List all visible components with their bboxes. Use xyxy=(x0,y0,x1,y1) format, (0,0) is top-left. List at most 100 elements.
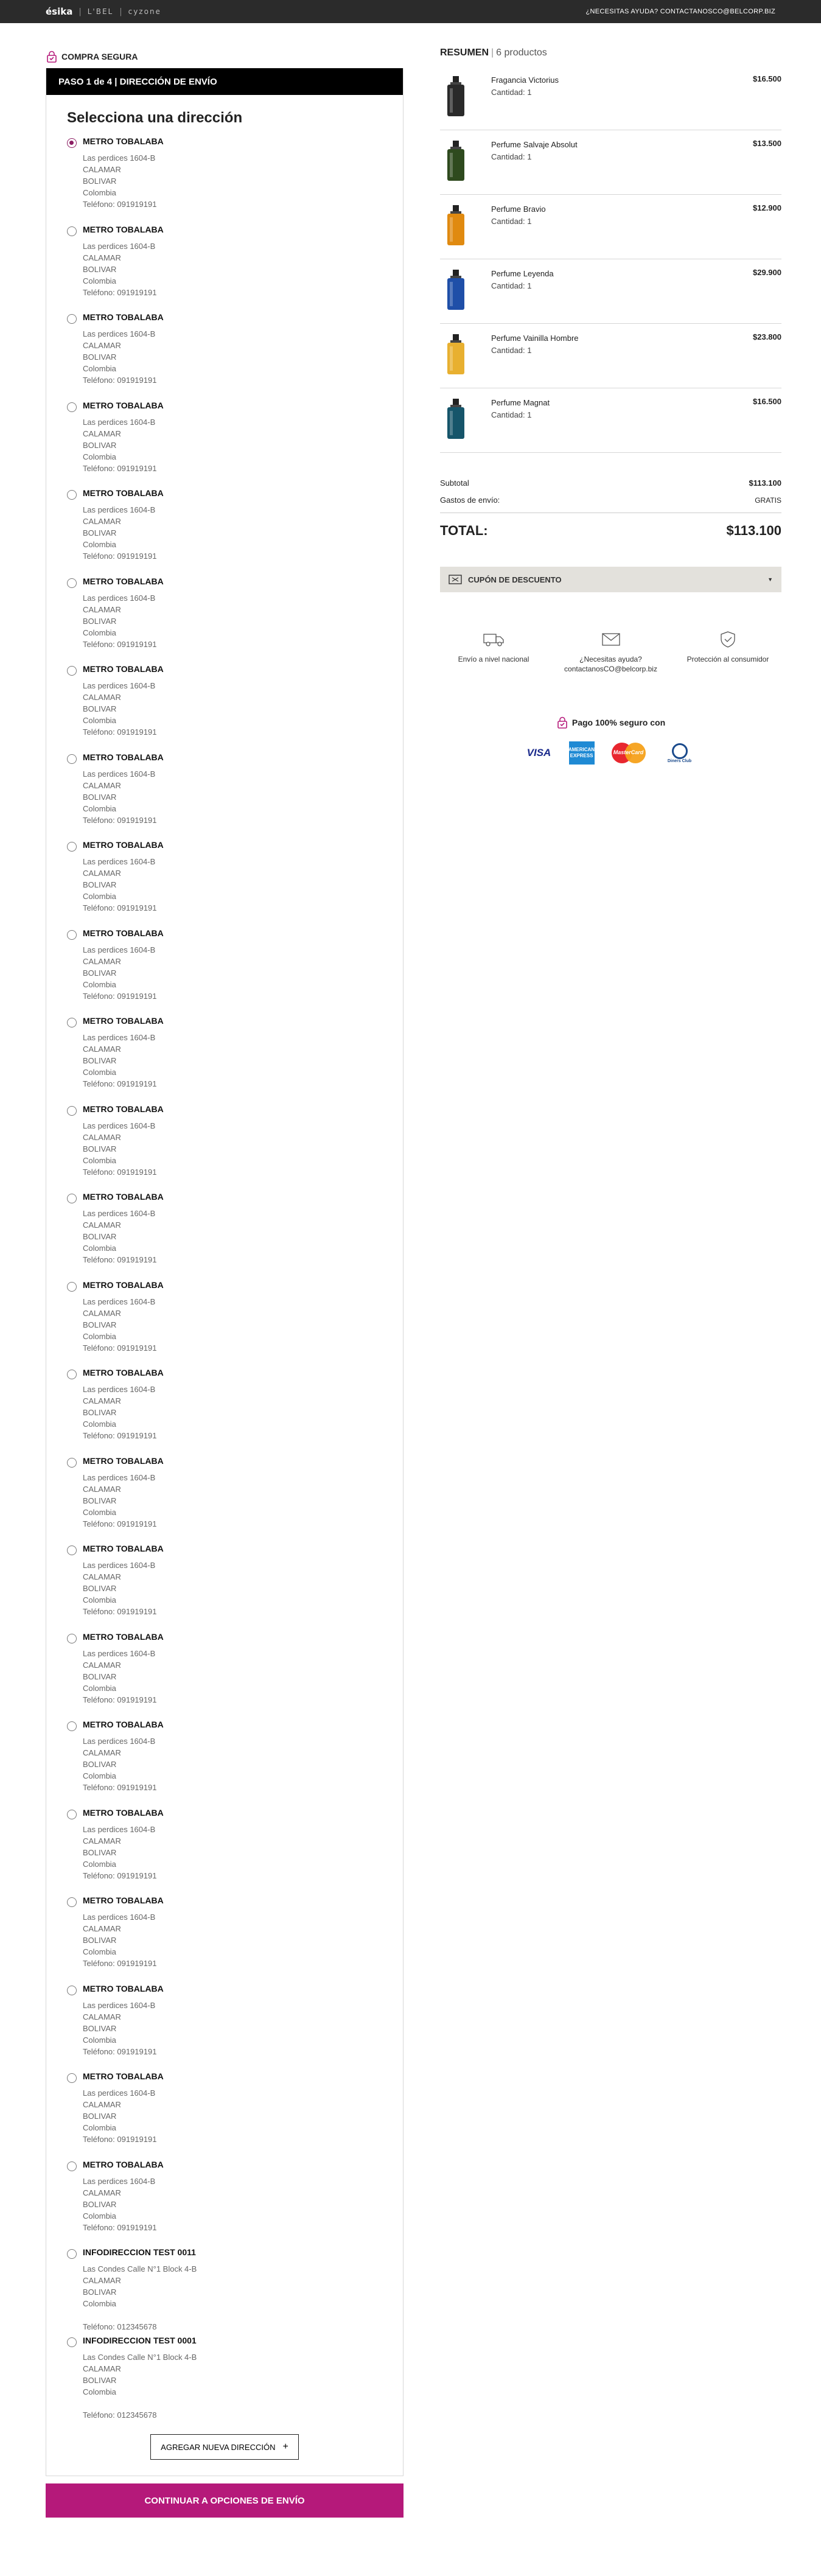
address-phone: Teléfono: 012345678 xyxy=(83,2322,157,2331)
address-radio[interactable] xyxy=(67,1633,77,1643)
address-option[interactable]: METRO TOBALABA Las perdices 1604-B CALAMAR… xyxy=(67,1367,382,1455)
benefit-help-title: ¿Necesitas ayuda? xyxy=(579,655,642,663)
address-option[interactable]: METRO TOBALABA Las perdices 1604-B CALAMAR… xyxy=(67,487,382,575)
summary-item: Perfume Vainilla Hombre Cantidad: 1 $23.80… xyxy=(440,324,781,388)
address-option[interactable]: METRO TOBALABA Las perdices 1604-B CALAMAR… xyxy=(67,2158,382,2247)
address-radio[interactable] xyxy=(67,578,77,588)
address-line: Las perdices 1604-B xyxy=(83,417,156,427)
address-option[interactable]: METRO TOBALABA Las perdices 1604-B CALAMAR… xyxy=(67,663,382,751)
diners-logo: Diners Club xyxy=(663,741,697,765)
address-option[interactable]: INFODIRECCION TEST 0011 Las Condes Calle … xyxy=(67,2246,382,2334)
address-option[interactable]: METRO TOBALABA Las perdices 1604-B CALAMAR… xyxy=(67,1807,382,1895)
address-line: Colombia xyxy=(83,188,116,197)
address-phone: Teléfono: 091919191 xyxy=(83,551,157,561)
address-radio[interactable] xyxy=(67,929,77,940)
coupon-toggle[interactable]: CUPÓN DE DESCUENTO ▼ xyxy=(440,567,781,592)
address-option[interactable]: METRO TOBALABA Las perdices 1604-B CALAMAR… xyxy=(67,1015,382,1103)
address-radio[interactable] xyxy=(67,226,77,236)
address-radio[interactable] xyxy=(67,1194,77,1203)
address-option[interactable]: METRO TOBALABA Las perdices 1604-B CALAMAR… xyxy=(67,1279,382,1367)
address-name: METRO TOBALABA xyxy=(83,1983,164,1993)
address-option[interactable]: METRO TOBALABA Las perdices 1604-B CALAMAR… xyxy=(67,927,382,1015)
coupon-label: CUPÓN DE DESCUENTO xyxy=(468,575,562,584)
brand-lbel[interactable]: L'BEL xyxy=(88,7,113,16)
address-option[interactable]: METRO TOBALABA Las perdices 1604-B CALAMAR… xyxy=(67,1542,382,1631)
address-phone: Teléfono: 091919191 xyxy=(83,815,157,825)
address-radio[interactable] xyxy=(67,1105,77,1116)
payment-cards: VISA AMERICAN EXPRESS MasterCard Diners … xyxy=(440,741,781,765)
visa-logo: VISA xyxy=(526,747,551,758)
address-name: INFODIRECCION TEST 0001 xyxy=(83,2335,197,2345)
address-option[interactable]: METRO TOBALABA Las perdices 1604-B CALAMAR… xyxy=(67,1983,382,2071)
address-option[interactable]: METRO TOBALABA Las perdices 1604-B CALAMAR… xyxy=(67,399,382,488)
address-option[interactable]: METRO TOBALABA Las perdices 1604-B CALAMAR… xyxy=(67,575,382,663)
brand-divider: | xyxy=(79,7,82,16)
subtotal-row: Subtotal $113.100 xyxy=(440,475,781,492)
address-option[interactable]: METRO TOBALABA Las perdices 1604-B CALAMAR… xyxy=(67,1718,382,1807)
address-details: METRO TOBALABA Las perdices 1604-B CALAMAR… xyxy=(83,399,164,488)
address-radio[interactable] xyxy=(67,754,77,764)
address-radio[interactable] xyxy=(67,138,77,148)
address-radio[interactable] xyxy=(67,1370,77,1379)
address-phone: Teléfono: 091919191 xyxy=(83,200,157,209)
brand-cyzone[interactable]: cyzone xyxy=(128,7,161,16)
address-radio[interactable] xyxy=(67,2337,77,2347)
address-radio[interactable] xyxy=(67,2249,77,2259)
product-price: $12.900 xyxy=(753,203,781,212)
product-image xyxy=(440,203,472,247)
address-line: BOLIVAR xyxy=(83,1847,117,1857)
address-radio[interactable] xyxy=(67,666,77,676)
address-line: CALAMAR xyxy=(83,693,121,702)
continue-button[interactable]: CONTINUAR A OPCIONES DE ENVÍO xyxy=(46,2483,404,2518)
address-line: Colombia xyxy=(83,1595,116,1605)
address-radio[interactable] xyxy=(67,2161,77,2171)
address-phone: Teléfono: 091919191 xyxy=(83,1607,157,1616)
address-radio[interactable] xyxy=(67,1985,77,1995)
address-line: Las perdices 1604-B xyxy=(83,857,156,866)
benefit-help-email[interactable]: contactanosCO@belcorp.biz xyxy=(562,664,660,674)
address-details: METRO TOBALABA Las perdices 1604-B CALAMAR… xyxy=(83,1542,164,1631)
address-option[interactable]: METRO TOBALABA Las perdices 1604-B CALAMAR… xyxy=(67,1191,382,1279)
address-option[interactable]: METRO TOBALABA Las perdices 1604-B CALAMAR… xyxy=(67,1631,382,1719)
brand-esika[interactable]: ésika xyxy=(46,6,72,17)
address-radio[interactable] xyxy=(67,402,77,412)
address-option[interactable]: METRO TOBALABA Las perdices 1604-B CALAMAR… xyxy=(67,1455,382,1543)
address-line: CALAMAR xyxy=(83,956,121,966)
address-option[interactable]: METRO TOBALABA Las perdices 1604-B CALAMAR… xyxy=(67,839,382,927)
address-line: Colombia xyxy=(83,628,116,637)
address-option[interactable]: METRO TOBALABA Las perdices 1604-B CALAMAR… xyxy=(67,1894,382,1983)
address-phone: Teléfono: 091919191 xyxy=(83,2046,157,2056)
address-option[interactable]: METRO TOBALABA Las perdices 1604-B CALAMAR… xyxy=(67,223,382,312)
product-price: $16.500 xyxy=(753,74,781,83)
help-contact[interactable]: ¿NECESITAS AYUDA? CONTACTANOSCO@BELCORP.… xyxy=(585,8,775,15)
address-radio[interactable] xyxy=(67,1018,77,1027)
product-name: Perfume Bravio xyxy=(491,205,546,214)
address-radio[interactable] xyxy=(67,842,77,852)
address-line: Colombia xyxy=(83,540,116,549)
address-radio[interactable] xyxy=(67,1457,77,1468)
address-option[interactable]: METRO TOBALABA Las perdices 1604-B CALAMAR… xyxy=(67,751,382,839)
address-option[interactable]: METRO TOBALABA Las perdices 1604-B CALAMAR… xyxy=(67,2070,382,2158)
address-radio[interactable] xyxy=(67,1809,77,1819)
address-details: METRO TOBALABA Las perdices 1604-B CALAMAR… xyxy=(83,1894,164,1983)
address-option[interactable]: METRO TOBALABA Las perdices 1604-B CALAMAR… xyxy=(67,1103,382,1191)
address-radio[interactable] xyxy=(67,490,77,500)
address-phone: Teléfono: 091919191 xyxy=(83,727,157,737)
add-address-button[interactable]: AGREGAR NUEVA DIRECCIÓN + xyxy=(150,2434,299,2460)
address-line: BOLIVAR xyxy=(83,880,117,889)
benefit-protection: Protección al consumidor xyxy=(679,630,777,674)
product-quantity: Cantidad: 1 xyxy=(491,410,532,419)
address-radio[interactable] xyxy=(67,1897,77,1907)
address-option[interactable]: METRO TOBALABA Las perdices 1604-B CALAMAR… xyxy=(67,135,382,223)
address-radio[interactable] xyxy=(67,1721,77,1731)
address-radio[interactable] xyxy=(67,1545,77,1555)
address-details: METRO TOBALABA Las perdices 1604-B CALAMAR… xyxy=(83,927,164,1015)
product-image xyxy=(440,397,472,441)
amex-label: AMERICAN EXPRESS xyxy=(568,747,595,758)
address-option[interactable]: METRO TOBALABA Las perdices 1604-B CALAMAR… xyxy=(67,311,382,399)
address-line: Las perdices 1604-B xyxy=(83,1385,156,1394)
address-radio[interactable] xyxy=(67,1281,77,1292)
address-option[interactable]: INFODIRECCION TEST 0001 Las Condes Calle … xyxy=(67,2334,382,2423)
address-radio[interactable] xyxy=(67,314,77,324)
address-radio[interactable] xyxy=(67,2073,77,2083)
